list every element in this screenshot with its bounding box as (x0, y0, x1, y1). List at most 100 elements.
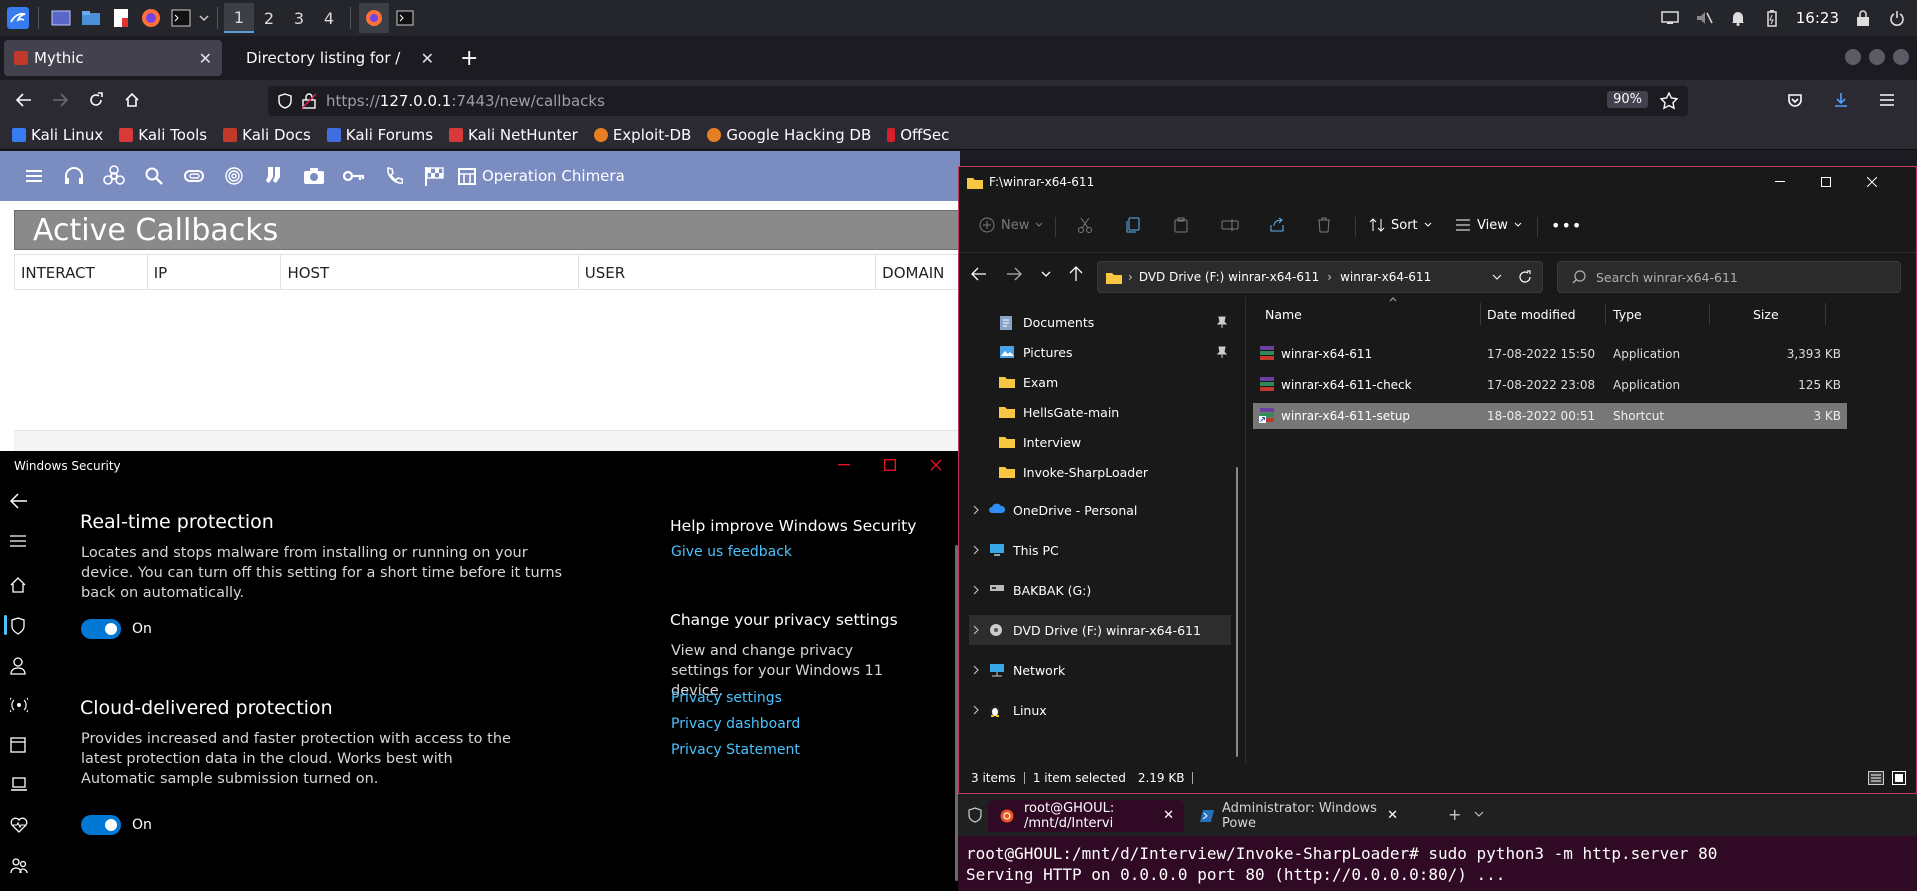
firefox-launcher-icon[interactable] (137, 4, 165, 32)
minimize-window-icon[interactable] (834, 455, 854, 475)
expand-chevron-icon[interactable] (973, 665, 989, 675)
family-options-icon[interactable] (10, 857, 30, 877)
device-security-laptop-icon[interactable] (10, 777, 30, 797)
device-health-heart-icon[interactable] (10, 817, 30, 837)
nav-item-this-pc[interactable]: This PC (969, 535, 1231, 565)
close-window-icon[interactable] (1893, 49, 1909, 65)
paste-icon[interactable] (1173, 211, 1189, 239)
workspace-2[interactable]: 2 (254, 3, 284, 33)
nav-item-hellsgate-main[interactable]: HellsGate-main (969, 397, 1231, 427)
back-button[interactable] (8, 84, 40, 116)
biohazard-icon[interactable] (102, 164, 126, 188)
workspace-3[interactable]: 3 (284, 3, 314, 33)
column-header-host[interactable]: HOST (281, 255, 579, 289)
file-row-selected[interactable]: winrar-x64-611-setup 18-08-2022 00:51 Sh… (1253, 403, 1847, 429)
account-person-icon[interactable] (10, 657, 30, 677)
view-button[interactable]: View (1455, 211, 1522, 239)
kali-menu-icon[interactable] (4, 4, 32, 32)
pocket-icon[interactable] (1779, 84, 1811, 116)
chevron-down-icon[interactable] (197, 4, 211, 32)
tab-mythic[interactable]: Mythic ✕ (4, 40, 222, 76)
address-history-chevron-icon[interactable] (1492, 274, 1502, 280)
expand-chevron-icon[interactable] (973, 545, 989, 555)
copy-icon[interactable] (1125, 211, 1141, 239)
back-arrow-icon[interactable] (10, 493, 30, 513)
zoom-level-badge[interactable]: 90% (1607, 91, 1648, 108)
more-options-icon[interactable]: ••• (1551, 211, 1582, 239)
terminal-shield-icon[interactable] (968, 807, 982, 823)
file-row[interactable]: winrar-x64-611-check 17-08-2022 23:08 Ap… (1253, 372, 1847, 398)
close-tab-icon[interactable]: ✕ (1387, 808, 1398, 823)
key-icon[interactable] (342, 164, 366, 188)
realtime-protection-toggle[interactable] (81, 619, 121, 639)
workspace-4[interactable]: 4 (314, 3, 344, 33)
bookmark-kali-docs[interactable]: Kali Docs (223, 126, 311, 144)
privacy-settings-link[interactable]: Privacy settings (671, 690, 782, 706)
taskbar-firefox-window[interactable] (359, 3, 389, 33)
camera-icon[interactable] (302, 164, 326, 188)
column-header-domain[interactable]: DOMAIN (876, 255, 959, 289)
shield-icon[interactable] (10, 617, 30, 637)
terminal-command-line[interactable]: root@GHOUL:/mnt/d/Interview/Invoke-Sharp… (966, 844, 1717, 863)
nav-pane-scrollbar[interactable] (1236, 467, 1238, 757)
sort-button[interactable]: Sort (1369, 211, 1432, 239)
checkered-flag-icon[interactable] (422, 164, 446, 188)
nav-item-pictures[interactable]: Pictures (969, 337, 1231, 367)
app-menu-icon[interactable] (1871, 84, 1903, 116)
details-view-icon[interactable] (1868, 771, 1884, 785)
recent-locations-chevron-icon[interactable] (1041, 271, 1051, 277)
nav-item-documents[interactable]: Documents (969, 307, 1231, 337)
give-feedback-link[interactable]: Give us feedback (671, 544, 792, 560)
pane-splitter[interactable] (1245, 297, 1246, 763)
delete-icon[interactable] (1317, 211, 1331, 239)
show-desktop-icon[interactable] (47, 4, 75, 32)
privacy-dashboard-link[interactable]: Privacy dashboard (671, 716, 800, 732)
nav-item-invoke-sharploader[interactable]: Invoke-SharpLoader (969, 457, 1231, 487)
close-tab-icon[interactable]: ✕ (199, 49, 212, 68)
new-tab-button[interactable]: + (460, 46, 478, 71)
nav-item-bakbak-drive[interactable]: BAKBAK (G:) (969, 575, 1231, 605)
forward-arrow-icon[interactable] (1006, 267, 1022, 281)
forward-button[interactable] (44, 84, 76, 116)
terminal-launcher-icon[interactable] (167, 4, 195, 32)
app-browser-control-icon[interactable] (10, 737, 30, 757)
back-arrow-icon[interactable] (971, 267, 987, 281)
nav-item-exam[interactable]: Exam (969, 367, 1231, 397)
new-button[interactable]: New (979, 211, 1043, 239)
bookmark-kali-linux[interactable]: Kali Linux (12, 126, 103, 144)
tiles-view-icon[interactable] (1892, 771, 1906, 785)
volume-muted-icon[interactable] (1694, 8, 1714, 28)
nav-item-linux[interactable]: Linux (969, 695, 1231, 725)
file-row[interactable]: winrar-x64-611 17-08-2022 15:50 Applicat… (1253, 341, 1847, 367)
bookmark-kali-forums[interactable]: Kali Forums (326, 126, 433, 144)
pin-icon[interactable] (1217, 346, 1227, 358)
expand-chevron-icon[interactable] (973, 505, 989, 515)
nav-item-interview[interactable]: Interview (969, 427, 1231, 457)
column-header-name[interactable]: Name (1265, 307, 1302, 322)
minimize-window-icon[interactable] (1757, 167, 1803, 197)
column-header-interact[interactable]: INTERACT (15, 255, 148, 289)
breadcrumb-current-folder[interactable]: winrar-x64-611 (1340, 270, 1431, 284)
bookmark-offsec[interactable]: OffSec (887, 126, 949, 144)
column-header-ip[interactable]: IP (148, 255, 282, 289)
taskbar-terminal-window[interactable] (391, 4, 419, 32)
bookmark-kali-nethunter[interactable]: Kali NetHunter (449, 126, 578, 144)
nav-item-network[interactable]: Network (969, 655, 1231, 685)
close-window-icon[interactable] (926, 455, 946, 475)
maximize-window-icon[interactable] (1803, 167, 1849, 197)
terminal-tab-powershell[interactable]: Administrator: Windows Powe ✕ (1188, 800, 1414, 832)
socks-icon[interactable] (262, 164, 286, 188)
notifications-bell-icon[interactable] (1728, 8, 1748, 28)
insecure-lock-icon[interactable] (302, 93, 316, 109)
file-manager-icon[interactable] (77, 4, 105, 32)
bookmark-kali-tools[interactable]: Kali Tools (119, 126, 207, 144)
nav-item-dvd-drive[interactable]: DVD Drive (F:) winrar-x64-611 (969, 615, 1231, 645)
address-bar[interactable]: › DVD Drive (F:) winrar-x64-611 › winrar… (1097, 261, 1543, 293)
column-header-user[interactable]: USER (579, 255, 877, 289)
expand-chevron-icon[interactable] (973, 585, 989, 595)
workspace-1[interactable]: 1 (224, 3, 254, 33)
url-bar[interactable]: https://127.0.0.1:7443/new/callbacks 90% (268, 86, 1688, 116)
hamburger-menu-icon[interactable] (10, 535, 30, 555)
downloads-icon[interactable] (1825, 84, 1857, 116)
maximize-window-icon[interactable] (880, 455, 900, 475)
